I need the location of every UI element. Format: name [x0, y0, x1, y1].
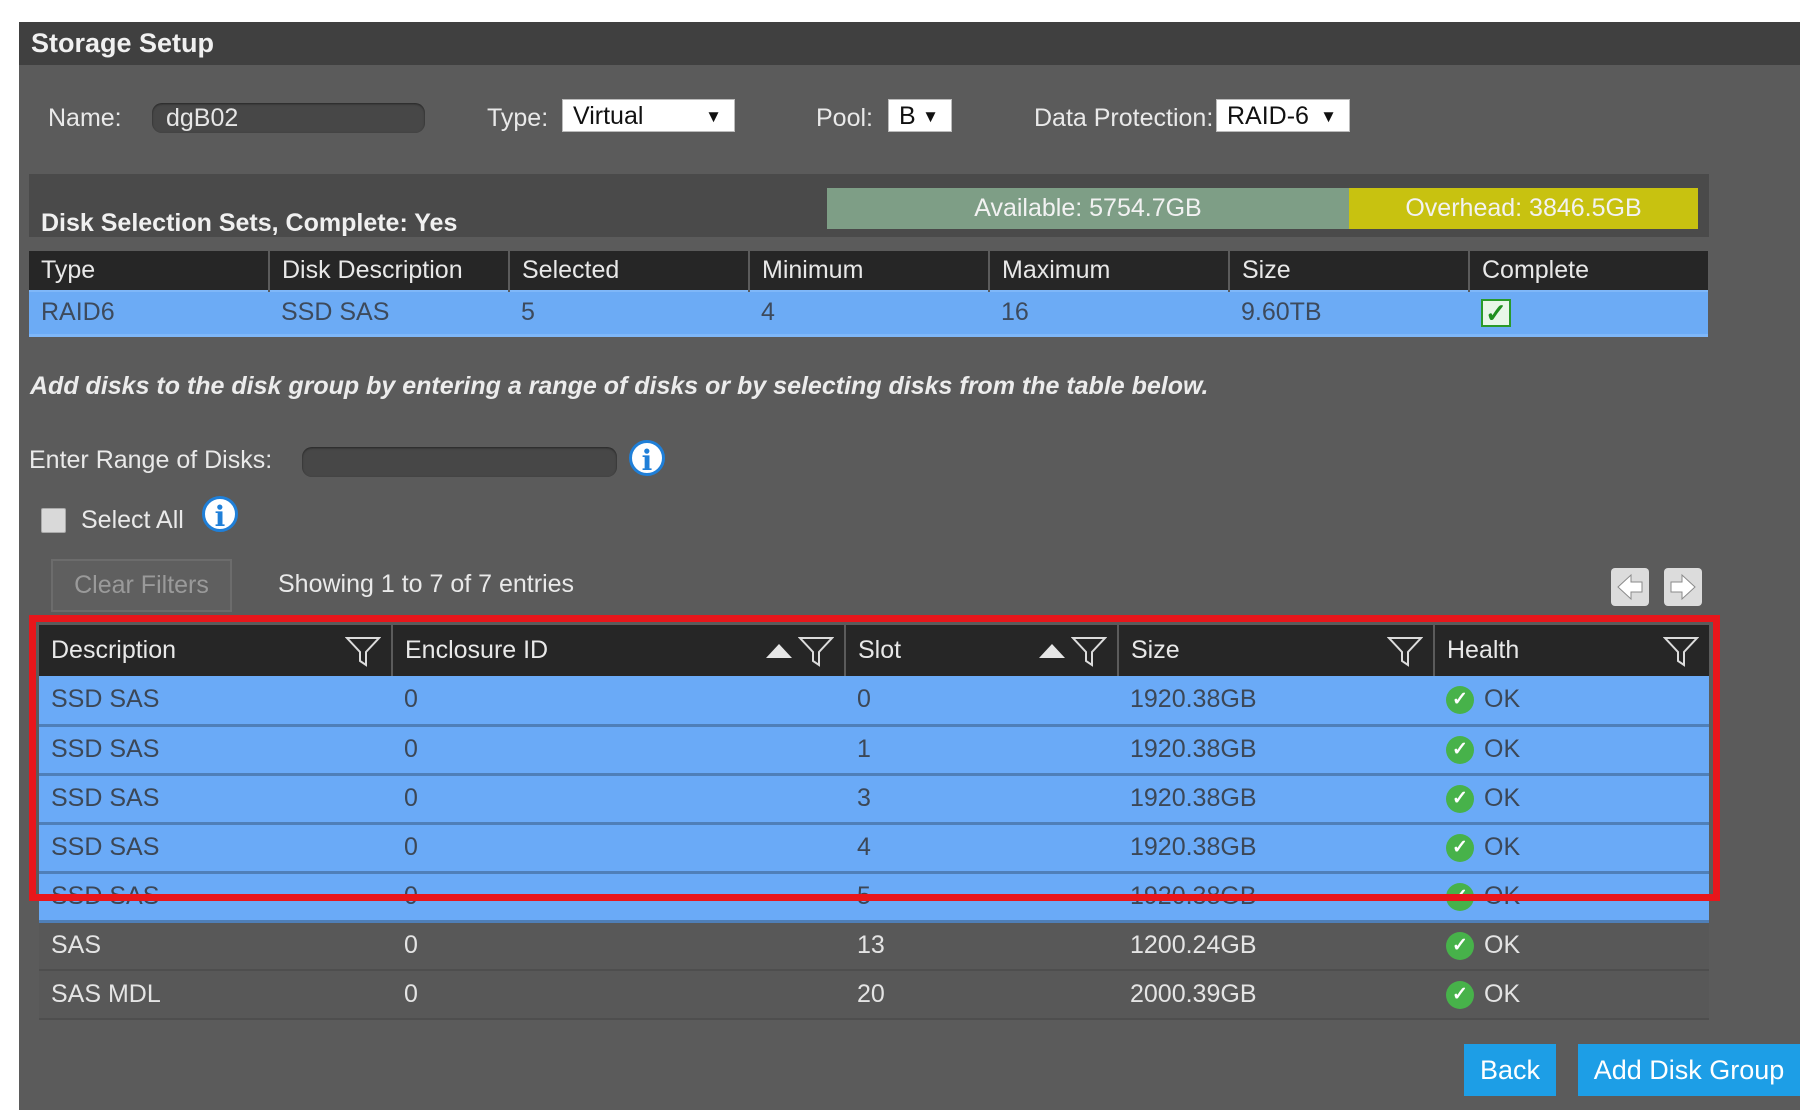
- col-complete[interactable]: Complete: [1469, 251, 1708, 291]
- disk-slot: 20: [845, 970, 1118, 1020]
- add-disk-group-button[interactable]: Add Disk Group: [1578, 1044, 1800, 1096]
- panel-title: Storage Setup: [19, 22, 1800, 65]
- set-complete: ✓: [1469, 290, 1708, 337]
- pool-select-value: B: [899, 102, 916, 130]
- disk-enclosure: 0: [392, 970, 845, 1020]
- dropdown-arrow-icon: ▼: [705, 107, 722, 126]
- available-capacity-bar: Available: 5754.7GB: [827, 188, 1349, 229]
- set-minimum: 4: [749, 290, 989, 337]
- pager-next-button[interactable]: [1664, 568, 1702, 606]
- select-all-label: Select All: [81, 506, 184, 534]
- disk-selection-sets-title: Disk Selection Sets, Complete: Yes: [41, 209, 458, 237]
- entries-count-text: Showing 1 to 7 of 7 entries: [278, 570, 575, 598]
- col-type[interactable]: Type: [29, 251, 270, 291]
- arrow-right-icon: [1670, 573, 1696, 601]
- checkmark-icon: ✓: [1481, 299, 1511, 328]
- set-type: RAID6: [29, 290, 269, 337]
- pool-select[interactable]: B ▼: [888, 99, 952, 132]
- col-size[interactable]: Size: [1229, 251, 1470, 291]
- disk-health: ✓ OK: [1434, 921, 1709, 971]
- set-description: SSD SAS: [269, 290, 509, 337]
- type-select-value: Virtual: [573, 102, 644, 130]
- set-maximum: 16: [989, 290, 1229, 337]
- disk-slot: 13: [845, 921, 1118, 971]
- disk-size: 2000.39GB: [1118, 970, 1434, 1020]
- arrow-left-icon: [1617, 573, 1643, 601]
- disk-health: ✓ OK: [1434, 970, 1709, 1020]
- disk-selection-sets-table: Type Disk Description Selected Minimum M…: [29, 251, 1708, 337]
- col-selected[interactable]: Selected: [509, 251, 750, 291]
- type-label: Type:: [487, 104, 549, 132]
- disk-description: SAS: [39, 921, 392, 971]
- dropdown-arrow-icon: ▼: [922, 107, 939, 126]
- select-all-checkbox[interactable]: [41, 508, 66, 533]
- data-protection-label: Data Protection:: [1034, 104, 1214, 132]
- sets-header-row: Type Disk Description Selected Minimum M…: [29, 251, 1708, 291]
- check-circle-icon: ✓: [1446, 932, 1474, 961]
- col-disk-description[interactable]: Disk Description: [269, 251, 510, 291]
- disk-description: SAS MDL: [39, 970, 392, 1020]
- selection-highlight-box: [29, 615, 1720, 901]
- data-protection-value: RAID-6: [1227, 102, 1309, 130]
- disk-health-text: OK: [1484, 931, 1521, 960]
- range-input[interactable]: [302, 447, 617, 477]
- col-minimum[interactable]: Minimum: [749, 251, 990, 291]
- disk-row[interactable]: SAS 0 13 1200.24GB ✓ OK: [39, 921, 1709, 971]
- storage-setup-panel: Storage Setup Name: dgB02 Type: Virtual …: [19, 22, 1800, 1110]
- set-size: 9.60TB: [1229, 290, 1469, 337]
- overhead-capacity-bar: Overhead: 3846.5GB: [1349, 188, 1698, 229]
- info-icon[interactable]: i: [202, 496, 238, 533]
- pager-prev-button[interactable]: [1611, 568, 1649, 606]
- back-button[interactable]: Back: [1464, 1044, 1556, 1096]
- range-label: Enter Range of Disks:: [29, 446, 273, 474]
- set-selected: 5: [509, 290, 749, 337]
- disk-row[interactable]: SAS MDL 0 20 2000.39GB ✓ OK: [39, 970, 1709, 1020]
- disk-size: 1200.24GB: [1118, 921, 1434, 971]
- clear-filters-button[interactable]: Clear Filters: [51, 559, 232, 612]
- data-protection-select[interactable]: RAID-6 ▼: [1216, 99, 1350, 132]
- name-input[interactable]: dgB02: [152, 103, 425, 133]
- info-icon[interactable]: i: [629, 440, 665, 477]
- instructions-text: Add disks to the disk group by entering …: [30, 372, 1209, 400]
- type-select[interactable]: Virtual ▼: [562, 99, 735, 132]
- col-maximum[interactable]: Maximum: [989, 251, 1230, 291]
- pool-label: Pool:: [816, 104, 873, 132]
- name-label: Name:: [48, 104, 122, 132]
- disk-health-text: OK: [1484, 979, 1521, 1008]
- sets-row[interactable]: RAID6 SSD SAS 5 4 16 9.60TB ✓: [29, 290, 1708, 337]
- check-circle-icon: ✓: [1446, 981, 1474, 1010]
- disk-enclosure: 0: [392, 921, 845, 971]
- dropdown-arrow-icon: ▼: [1320, 107, 1337, 126]
